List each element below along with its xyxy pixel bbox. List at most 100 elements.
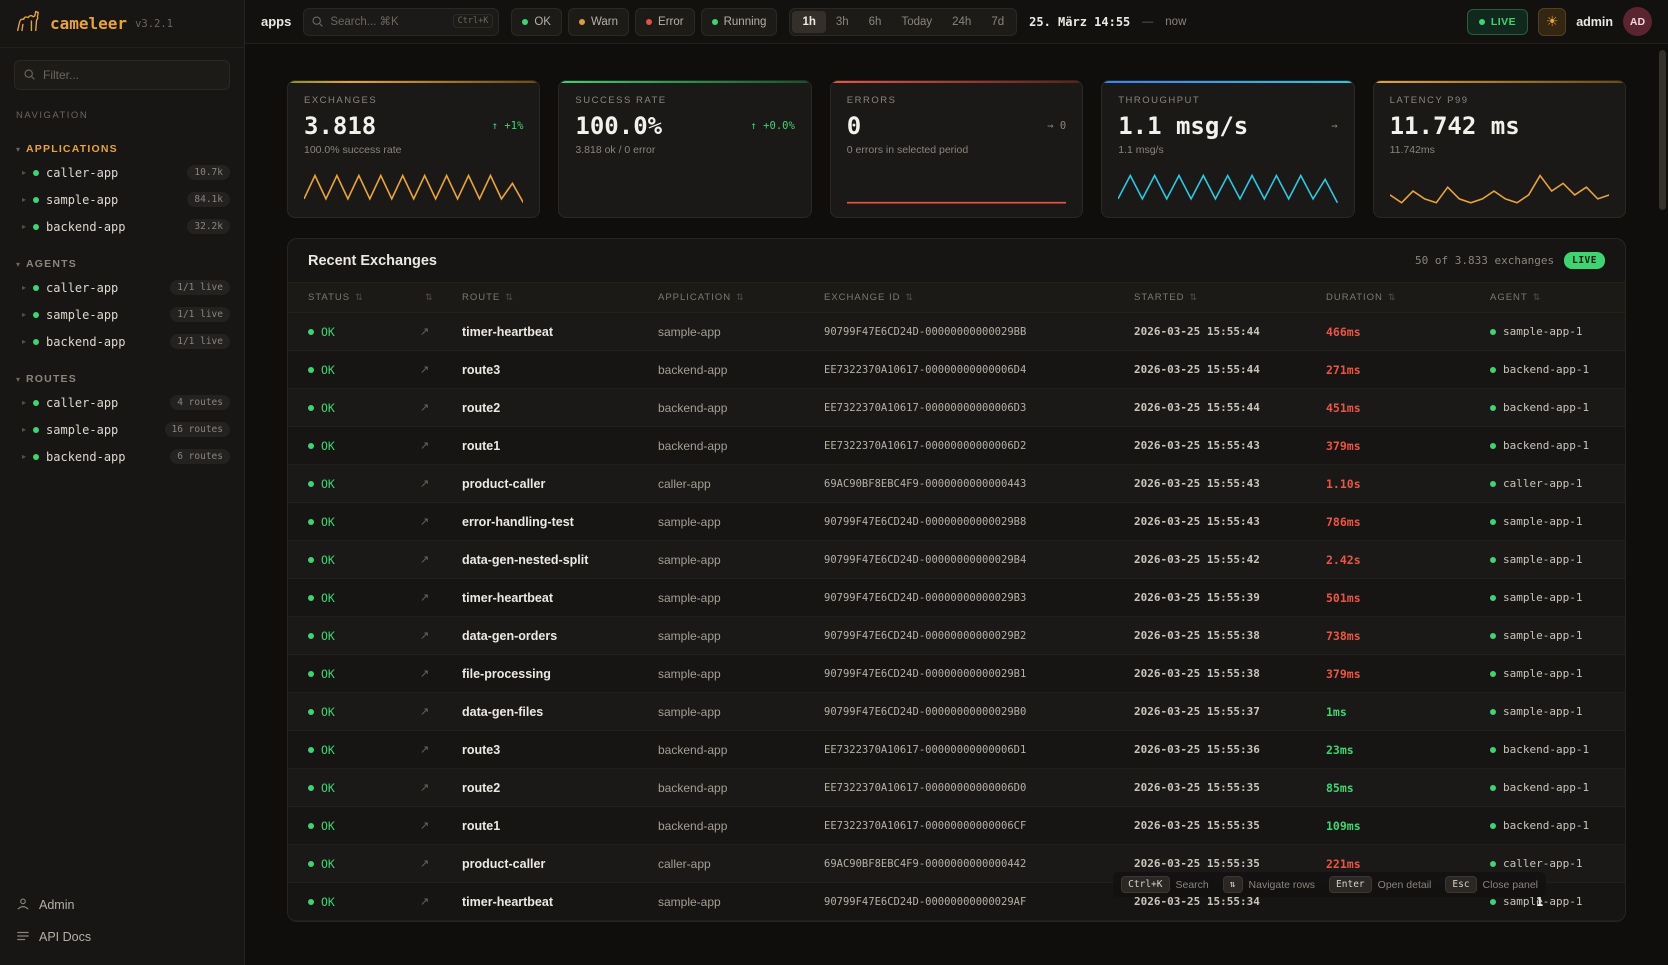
status-filter-chip[interactable]: Warn <box>568 8 629 36</box>
column-header[interactable]: DURATION ⇅ <box>1326 292 1490 303</box>
table-row[interactable]: OK ↗ error-handling-test sample-app 9079… <box>288 503 1625 541</box>
column-header[interactable]: EXCHANGE ID ⇅ <box>824 292 1134 303</box>
open-detail-arrow-icon[interactable]: ↗ <box>420 515 462 528</box>
sort-icon[interactable]: ⇅ <box>1533 292 1542 303</box>
filter-input[interactable] <box>14 60 230 90</box>
status-cell: OK <box>308 553 420 567</box>
time-range-button[interactable]: 1h <box>792 11 825 33</box>
status-filter-chip[interactable]: Running <box>701 8 778 36</box>
sidebar-item-route-group[interactable]: ▸ backend-app 6 routes <box>0 443 244 470</box>
open-detail-arrow-icon[interactable]: ↗ <box>420 439 462 452</box>
table-row[interactable]: OK ↗ product-caller caller-app 69AC90BF8… <box>288 465 1625 503</box>
brand-logo[interactable]: cameleer v3.2.1 <box>0 0 244 48</box>
status-dot <box>308 329 314 335</box>
table-row[interactable]: OK ↗ route3 backend-app EE7322370A10617-… <box>288 731 1625 769</box>
table-row[interactable]: OK ↗ route3 backend-app EE7322370A10617-… <box>288 351 1625 389</box>
section-agents-header[interactable]: ▾ AGENTS <box>0 254 244 274</box>
open-detail-arrow-icon[interactable]: ↗ <box>420 477 462 490</box>
table-row[interactable]: OK ↗ route2 backend-app EE7322370A10617-… <box>288 389 1625 427</box>
duration-cell: 271ms <box>1326 363 1490 377</box>
sidebar-item-route-group[interactable]: ▸ sample-app 16 routes <box>0 416 244 443</box>
section-applications-header[interactable]: ▾ APPLICATIONS <box>0 139 244 159</box>
stat-card[interactable]: EXCHANGES 3.818 ↑ +1% 100.0% success rat… <box>287 80 540 218</box>
sidebar-item-route-group[interactable]: ▸ caller-app 4 routes <box>0 389 244 416</box>
theme-toggle-button[interactable]: ☀ <box>1538 8 1566 36</box>
table-row[interactable]: OK ↗ data-gen-nested-split sample-app 90… <box>288 541 1625 579</box>
sort-icon[interactable]: ⇅ <box>425 292 434 303</box>
agent-cell: backend-app-1 <box>1490 743 1605 756</box>
open-detail-arrow-icon[interactable]: ↗ <box>420 363 462 376</box>
column-header[interactable]: STATUS ⇅ <box>308 292 420 303</box>
open-detail-arrow-icon[interactable]: ↗ <box>420 629 462 642</box>
open-detail-arrow-icon[interactable]: ↗ <box>420 781 462 794</box>
open-detail-arrow-icon[interactable]: ↗ <box>420 705 462 718</box>
sidebar-item-application[interactable]: ▸ sample-app 84.1k <box>0 186 244 213</box>
sort-icon[interactable]: ⇅ <box>1189 292 1198 303</box>
stat-card[interactable]: ERRORS 0 → 0 0 errors in selected period <box>830 80 1083 218</box>
agent-cell: sample-app-1 <box>1490 553 1605 566</box>
open-detail-arrow-icon[interactable]: ↗ <box>420 401 462 414</box>
sidebar-item-label: backend-app <box>46 450 163 464</box>
stat-card[interactable]: LATENCY P99 11.742 ms 11.742ms <box>1373 80 1626 218</box>
time-range-button[interactable]: 7d <box>981 11 1014 33</box>
sort-icon[interactable]: ⇅ <box>905 292 914 303</box>
sort-icon[interactable]: ⇅ <box>1388 292 1397 303</box>
time-range-button[interactable]: 24h <box>942 11 981 33</box>
section-routes-header[interactable]: ▾ ROUTES <box>0 369 244 389</box>
topbar: apps Ctrl+K OK Warn Error <box>245 0 1668 44</box>
now-label[interactable]: now <box>1165 16 1186 28</box>
table-row[interactable]: OK ↗ data-gen-files sample-app 90799F47E… <box>288 693 1625 731</box>
sidebar-item-application[interactable]: ▸ caller-app 10.7k <box>0 159 244 186</box>
open-detail-arrow-icon[interactable]: ↗ <box>420 857 462 870</box>
open-detail-arrow-icon[interactable]: ↗ <box>420 325 462 338</box>
column-header[interactable]: ⇅ <box>420 292 462 303</box>
time-range-button[interactable]: 3h <box>826 11 859 33</box>
table-row[interactable]: OK ↗ timer-heartbeat sample-app 90799F47… <box>288 313 1625 351</box>
agent-status-dot <box>1490 747 1496 753</box>
open-detail-arrow-icon[interactable]: ↗ <box>420 819 462 832</box>
open-detail-arrow-icon[interactable]: ↗ <box>420 667 462 680</box>
keyboard-hint: Ctrl+K Search <box>1121 876 1209 893</box>
sidebar-item-label: backend-app <box>46 220 180 234</box>
table-row[interactable]: OK ↗ timer-heartbeat sample-app 90799F47… <box>288 579 1625 617</box>
sidebar-item-agent[interactable]: ▸ backend-app 1/1 live <box>0 328 244 355</box>
table-row[interactable]: OK ↗ file-processing sample-app 90799F47… <box>288 655 1625 693</box>
sidebar-item-application[interactable]: ▸ backend-app 32.2k <box>0 213 244 240</box>
column-header[interactable]: STARTED ⇅ <box>1134 292 1326 303</box>
time-range-button[interactable]: Today <box>891 11 942 33</box>
application-cell: backend-app <box>658 439 824 453</box>
sidebar-item-agent[interactable]: ▸ caller-app 1/1 live <box>0 274 244 301</box>
sort-icon[interactable]: ⇅ <box>736 292 745 303</box>
sidebar-item-api-docs[interactable]: API Docs <box>0 921 244 953</box>
live-toggle-button[interactable]: LIVE <box>1467 9 1528 35</box>
table-row[interactable]: OK ↗ route1 backend-app EE7322370A10617-… <box>288 807 1625 845</box>
stat-card[interactable]: SUCCESS RATE 100.0% ↑ +0.0% 3.818 ok / 0… <box>558 80 811 218</box>
table-row[interactable]: OK ↗ data-gen-orders sample-app 90799F47… <box>288 617 1625 655</box>
started-cell: 2026-03-25 15:55:35 <box>1134 781 1326 794</box>
vertical-scrollbar-thumb[interactable] <box>1659 50 1666 210</box>
sort-icon[interactable]: ⇅ <box>505 292 514 303</box>
open-detail-arrow-icon[interactable]: ↗ <box>420 895 462 908</box>
status-filter-chip[interactable]: OK <box>511 8 562 36</box>
open-detail-arrow-icon[interactable]: ↗ <box>420 743 462 756</box>
sidebar-item-agent[interactable]: ▸ sample-app 1/1 live <box>0 301 244 328</box>
status-filter-chip[interactable]: Error <box>635 8 695 36</box>
time-range-button[interactable]: 6h <box>859 11 892 33</box>
current-datetime[interactable]: 25. März 14:55 <box>1029 15 1130 29</box>
status-label: OK <box>321 401 335 415</box>
open-detail-arrow-icon[interactable]: ↗ <box>420 591 462 604</box>
table-row[interactable]: OK ↗ route2 backend-app EE7322370A10617-… <box>288 769 1625 807</box>
status-filter-chips: OK Warn Error Running <box>511 8 777 36</box>
table-row[interactable]: OK ↗ route1 backend-app EE7322370A10617-… <box>288 427 1625 465</box>
breadcrumb[interactable]: apps <box>261 14 291 29</box>
sort-icon[interactable]: ⇅ <box>355 292 364 303</box>
chevron-right-icon: ▸ <box>22 425 26 434</box>
sidebar-item-admin[interactable]: Admin <box>0 889 244 921</box>
column-header[interactable]: ROUTE ⇅ <box>462 292 658 303</box>
stat-card[interactable]: THROUGHPUT 1.1 msg/s → 1.1 msg/s <box>1101 80 1354 218</box>
column-header[interactable]: APPLICATION ⇅ <box>658 292 824 303</box>
column-header[interactable]: AGENT ⇅ <box>1490 292 1605 303</box>
avatar[interactable]: AD <box>1623 7 1652 36</box>
open-detail-arrow-icon[interactable]: ↗ <box>420 553 462 566</box>
chip-label: Error <box>658 16 684 28</box>
